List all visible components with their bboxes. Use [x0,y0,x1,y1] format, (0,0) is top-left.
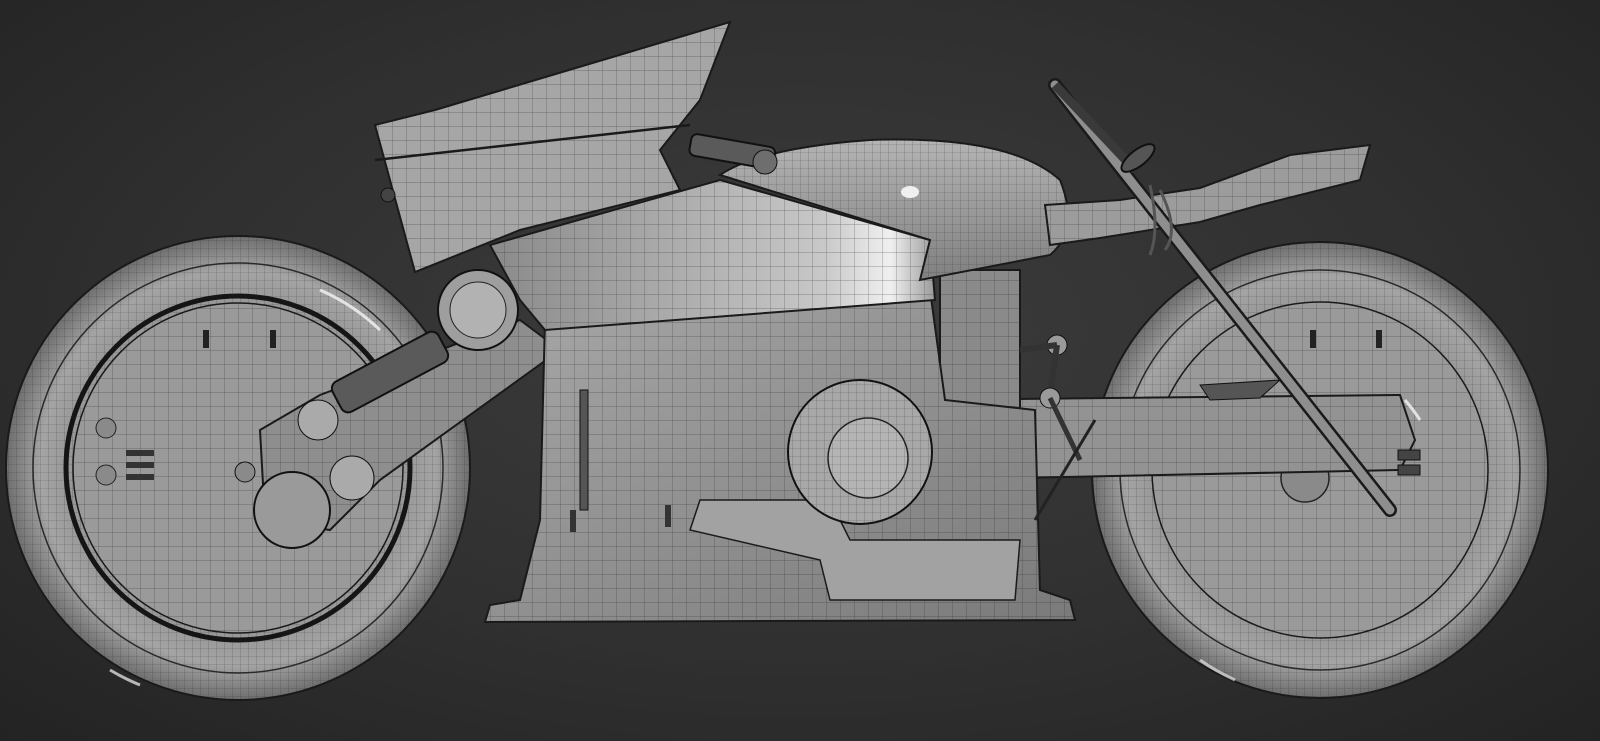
3d-viewport[interactable] [0,0,1600,741]
motorcycle-model [5,20,1549,701]
front-cowl [1043,143,1372,247]
engine-cylinder [787,379,933,525]
